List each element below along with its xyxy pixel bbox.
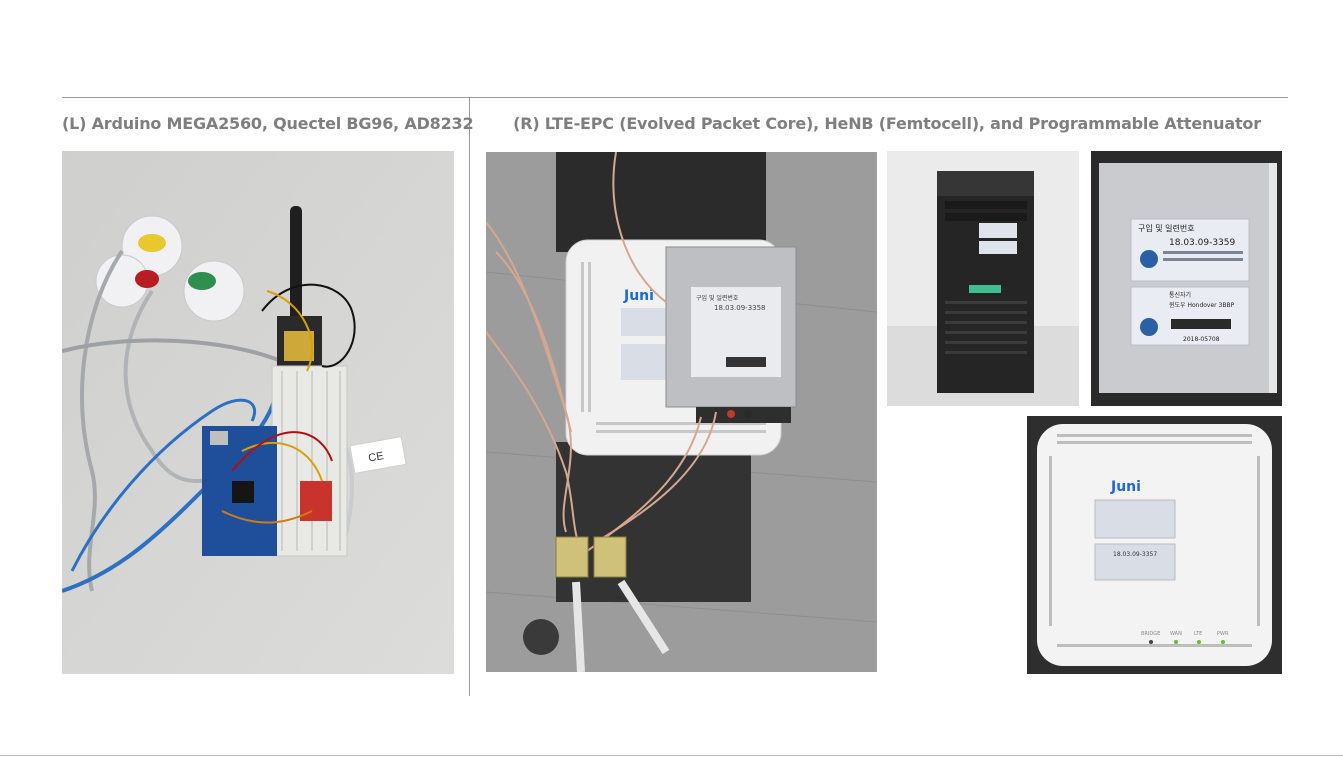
led-label-pwr: PWR: [1217, 631, 1229, 637]
server-label-title: 구입 및 일련번호: [1138, 223, 1195, 233]
right-caption: (R) LTE-EPC (Evolved Packet Core), HeNB …: [513, 114, 1261, 133]
server-label-line3: 윈도우 Hondover 3BBP: [1169, 301, 1235, 309]
server-label-number: 18.03.09-3359: [1169, 238, 1236, 248]
femtocell-label-number: 18.03.09-3357: [1113, 551, 1157, 558]
column-divider: [469, 98, 470, 696]
led-label-wan: WAN: [1170, 631, 1182, 637]
attenuator-label-number: 18.03.09-3358: [714, 304, 766, 312]
server-label-photo: 구입 및 일련번호 18.03.09-3359 통신자기 윈도우 Hondove…: [1091, 151, 1282, 406]
left-caption: (L) Arduino MEGA2560, Quectel BG96, AD82…: [62, 114, 474, 133]
femtocell-photo: Juni 18.03.09-3357 BRIDGE WAN LTE PWR: [1027, 416, 1282, 674]
femtocell-brand-logo: Juni: [1110, 479, 1141, 495]
server-label-line2: 통신자기: [1169, 291, 1191, 299]
led-label-lte: LTE: [1194, 631, 1202, 637]
epc-brand-logo: Juni: [623, 288, 654, 304]
top-rule: [62, 97, 1288, 98]
led-label-bridge: BRIDGE: [1141, 631, 1160, 637]
server-label-code: 2018-05708: [1183, 336, 1220, 343]
bottom-rule: [0, 755, 1343, 756]
attenuator-label-title: 구입 및 일련번호: [696, 294, 739, 302]
arduino-setup-photo: CE: [62, 151, 454, 674]
epc-attenuator-photo: Juni 구입 및 일련번호 18.03.09-3358: [486, 152, 877, 672]
server-photo: [887, 151, 1079, 406]
